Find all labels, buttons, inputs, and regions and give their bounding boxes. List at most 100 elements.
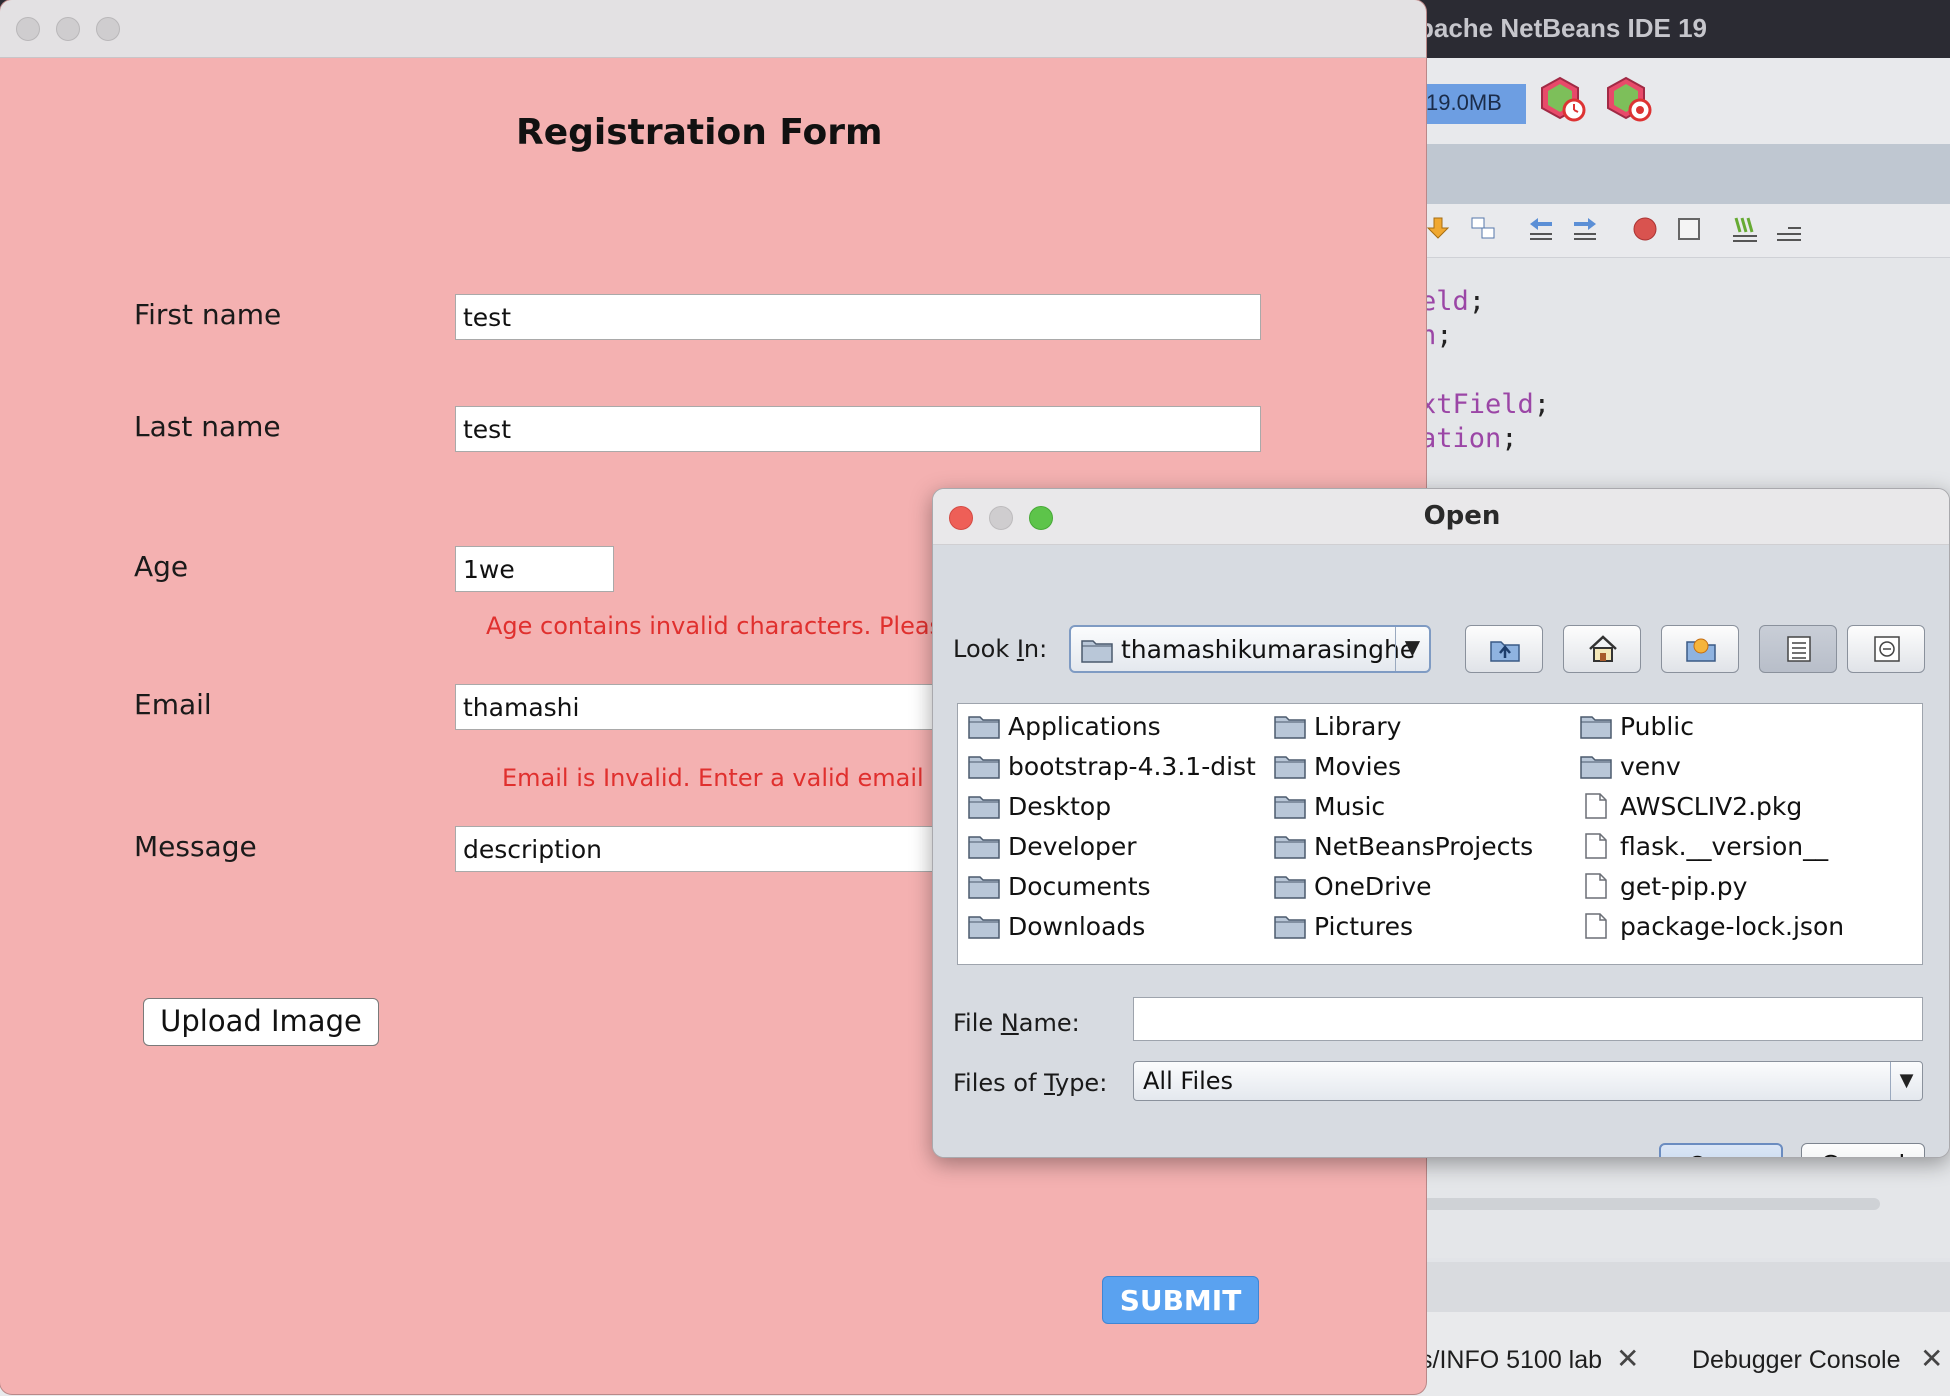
last-name-field[interactable]: test [455, 406, 1261, 452]
close-icon[interactable]: ✕ [1616, 1342, 1639, 1375]
list-item[interactable]: Library [1274, 708, 1401, 744]
ide-title: pache NetBeans IDE 19 [1418, 13, 1708, 43]
list-item[interactable]: get-pip.py [1580, 868, 1747, 904]
folder-icon [1580, 716, 1612, 739]
files-of-type-value: All Files [1143, 1067, 1234, 1095]
open-file-dialog: Open Look In: thamashikumarasinghe ▼ App… [932, 488, 1950, 1158]
stop-icon[interactable] [1674, 214, 1704, 244]
folder-icon [1274, 796, 1306, 819]
chevron-down-icon[interactable]: ▼ [1395, 627, 1429, 671]
list-item[interactable]: AWSCLIV2.pkg [1580, 788, 1802, 824]
list-item[interactable]: Pictures [1274, 908, 1413, 944]
upload-image-button[interactable]: Upload Image [143, 998, 379, 1046]
tab-debugger-console[interactable]: Debugger Console [1692, 1346, 1900, 1375]
code-line: ation; [1420, 423, 1518, 454]
editor-horizontal-scrollbar[interactable] [1420, 1198, 1880, 1210]
list-item[interactable]: Desktop [968, 788, 1111, 824]
folder-icon [968, 836, 1000, 859]
age-field[interactable]: 1we [455, 546, 614, 592]
close-icon[interactable]: ✕ [1920, 1342, 1943, 1375]
home-icon [1589, 635, 1617, 662]
new-folder-button[interactable] [1661, 625, 1739, 673]
list-item[interactable]: Downloads [968, 908, 1145, 944]
list-item[interactable]: flask.__version__ [1580, 828, 1828, 864]
dialog-titlebar: Open [933, 489, 1949, 545]
folder-icon [1274, 716, 1306, 739]
file-icon [1585, 833, 1607, 859]
home-button[interactable] [1563, 625, 1641, 673]
folder-icon [968, 876, 1000, 899]
zoom-window-icon[interactable] [96, 17, 120, 41]
file-name-input[interactable] [1133, 997, 1923, 1041]
tab-info-5100-lab[interactable]: s/INFO 5100 lab [1420, 1346, 1602, 1375]
list-item[interactable]: Documents [968, 868, 1151, 904]
age-label: Age [134, 550, 189, 583]
breakpoint-icon[interactable] [1630, 214, 1660, 244]
email-label: Email [134, 688, 212, 721]
folder-icon [1081, 640, 1113, 663]
folder-icon [1274, 876, 1306, 899]
list-item[interactable]: bootstrap-4.3.1-dist [968, 748, 1256, 784]
dialog-title: Open [1423, 501, 1501, 531]
message-label: Message [134, 830, 257, 863]
look-in-dropdown[interactable]: thamashikumarasinghe ▼ [1069, 625, 1431, 673]
list-item[interactable]: package-lock.json [1580, 908, 1844, 944]
list-item[interactable]: Movies [1274, 748, 1401, 784]
run-to-cursor-icon[interactable] [1468, 214, 1498, 244]
code-line: eld; [1420, 286, 1486, 317]
cancel-button[interactable]: Cancel [1801, 1143, 1925, 1157]
last-name-label: Last name [134, 410, 281, 443]
up-folder-icon [1490, 641, 1520, 662]
new-folder-icon [1686, 638, 1716, 662]
age-error-message: Age contains invalid characters. Please [486, 612, 957, 640]
folder-icon [968, 716, 1000, 739]
list-item[interactable]: venv [1580, 748, 1681, 784]
files-of-type-dropdown[interactable]: All Files ▼ [1133, 1061, 1923, 1101]
up-one-level-button[interactable] [1465, 625, 1543, 673]
folder-icon [1274, 916, 1306, 939]
folder-icon [968, 916, 1000, 939]
step-into-icon[interactable] [1424, 214, 1454, 244]
look-in-label: Look In: [953, 635, 1048, 663]
folder-icon [968, 796, 1000, 819]
look-in-value: thamashikumarasinghe [1121, 635, 1416, 664]
list-item[interactable]: Developer [968, 828, 1137, 864]
format-icon[interactable] [1730, 214, 1760, 244]
list-item[interactable]: NetBeansProjects [1274, 828, 1533, 864]
folder-icon [1274, 756, 1306, 779]
step-forward-icon[interactable] [1570, 214, 1600, 244]
details-view-icon [1874, 636, 1900, 662]
submit-button[interactable]: SUBMIT [1102, 1276, 1259, 1324]
close-window-icon[interactable] [16, 17, 40, 41]
file-name-label: File Name: [953, 1009, 1080, 1037]
indent-icon[interactable] [1774, 214, 1804, 244]
first-name-field[interactable]: test [455, 294, 1261, 340]
folder-icon [968, 756, 1000, 779]
list-item[interactable]: Public [1580, 708, 1694, 744]
list-item[interactable]: OneDrive [1274, 868, 1432, 904]
email-error-message: Email is Invalid. Enter a valid email [502, 764, 924, 792]
list-view-button[interactable] [1759, 625, 1837, 673]
form-titlebar [0, 0, 1426, 58]
open-button[interactable]: Open [1659, 1143, 1783, 1157]
files-of-type-label: Files of Type: [953, 1069, 1108, 1097]
file-icon [1585, 793, 1607, 819]
list-item[interactable]: Music [1274, 788, 1385, 824]
file-icon [1585, 873, 1607, 899]
profile-ide-icon[interactable] [1540, 76, 1586, 122]
step-back-icon[interactable] [1526, 214, 1556, 244]
first-name-label: First name [134, 298, 282, 331]
file-icon [1585, 913, 1607, 939]
folder-icon [1274, 836, 1306, 859]
page-title: Registration Form [516, 112, 883, 153]
file-list[interactable]: Applications bootstrap-4.3.1-dist Deskto… [957, 703, 1923, 965]
chevron-down-icon[interactable]: ▼ [1890, 1062, 1922, 1100]
code-line: xtField; [1420, 389, 1551, 420]
memory-indicator[interactable]: 19.0MB [1410, 84, 1526, 124]
list-view-icon [1787, 636, 1811, 662]
dialog-body: Look In: thamashikumarasinghe ▼ Applicat… [933, 545, 1949, 1157]
details-view-button[interactable] [1847, 625, 1925, 673]
minimize-window-icon[interactable] [56, 17, 80, 41]
list-item[interactable]: Applications [968, 708, 1161, 744]
profile-project-icon[interactable] [1606, 76, 1652, 122]
